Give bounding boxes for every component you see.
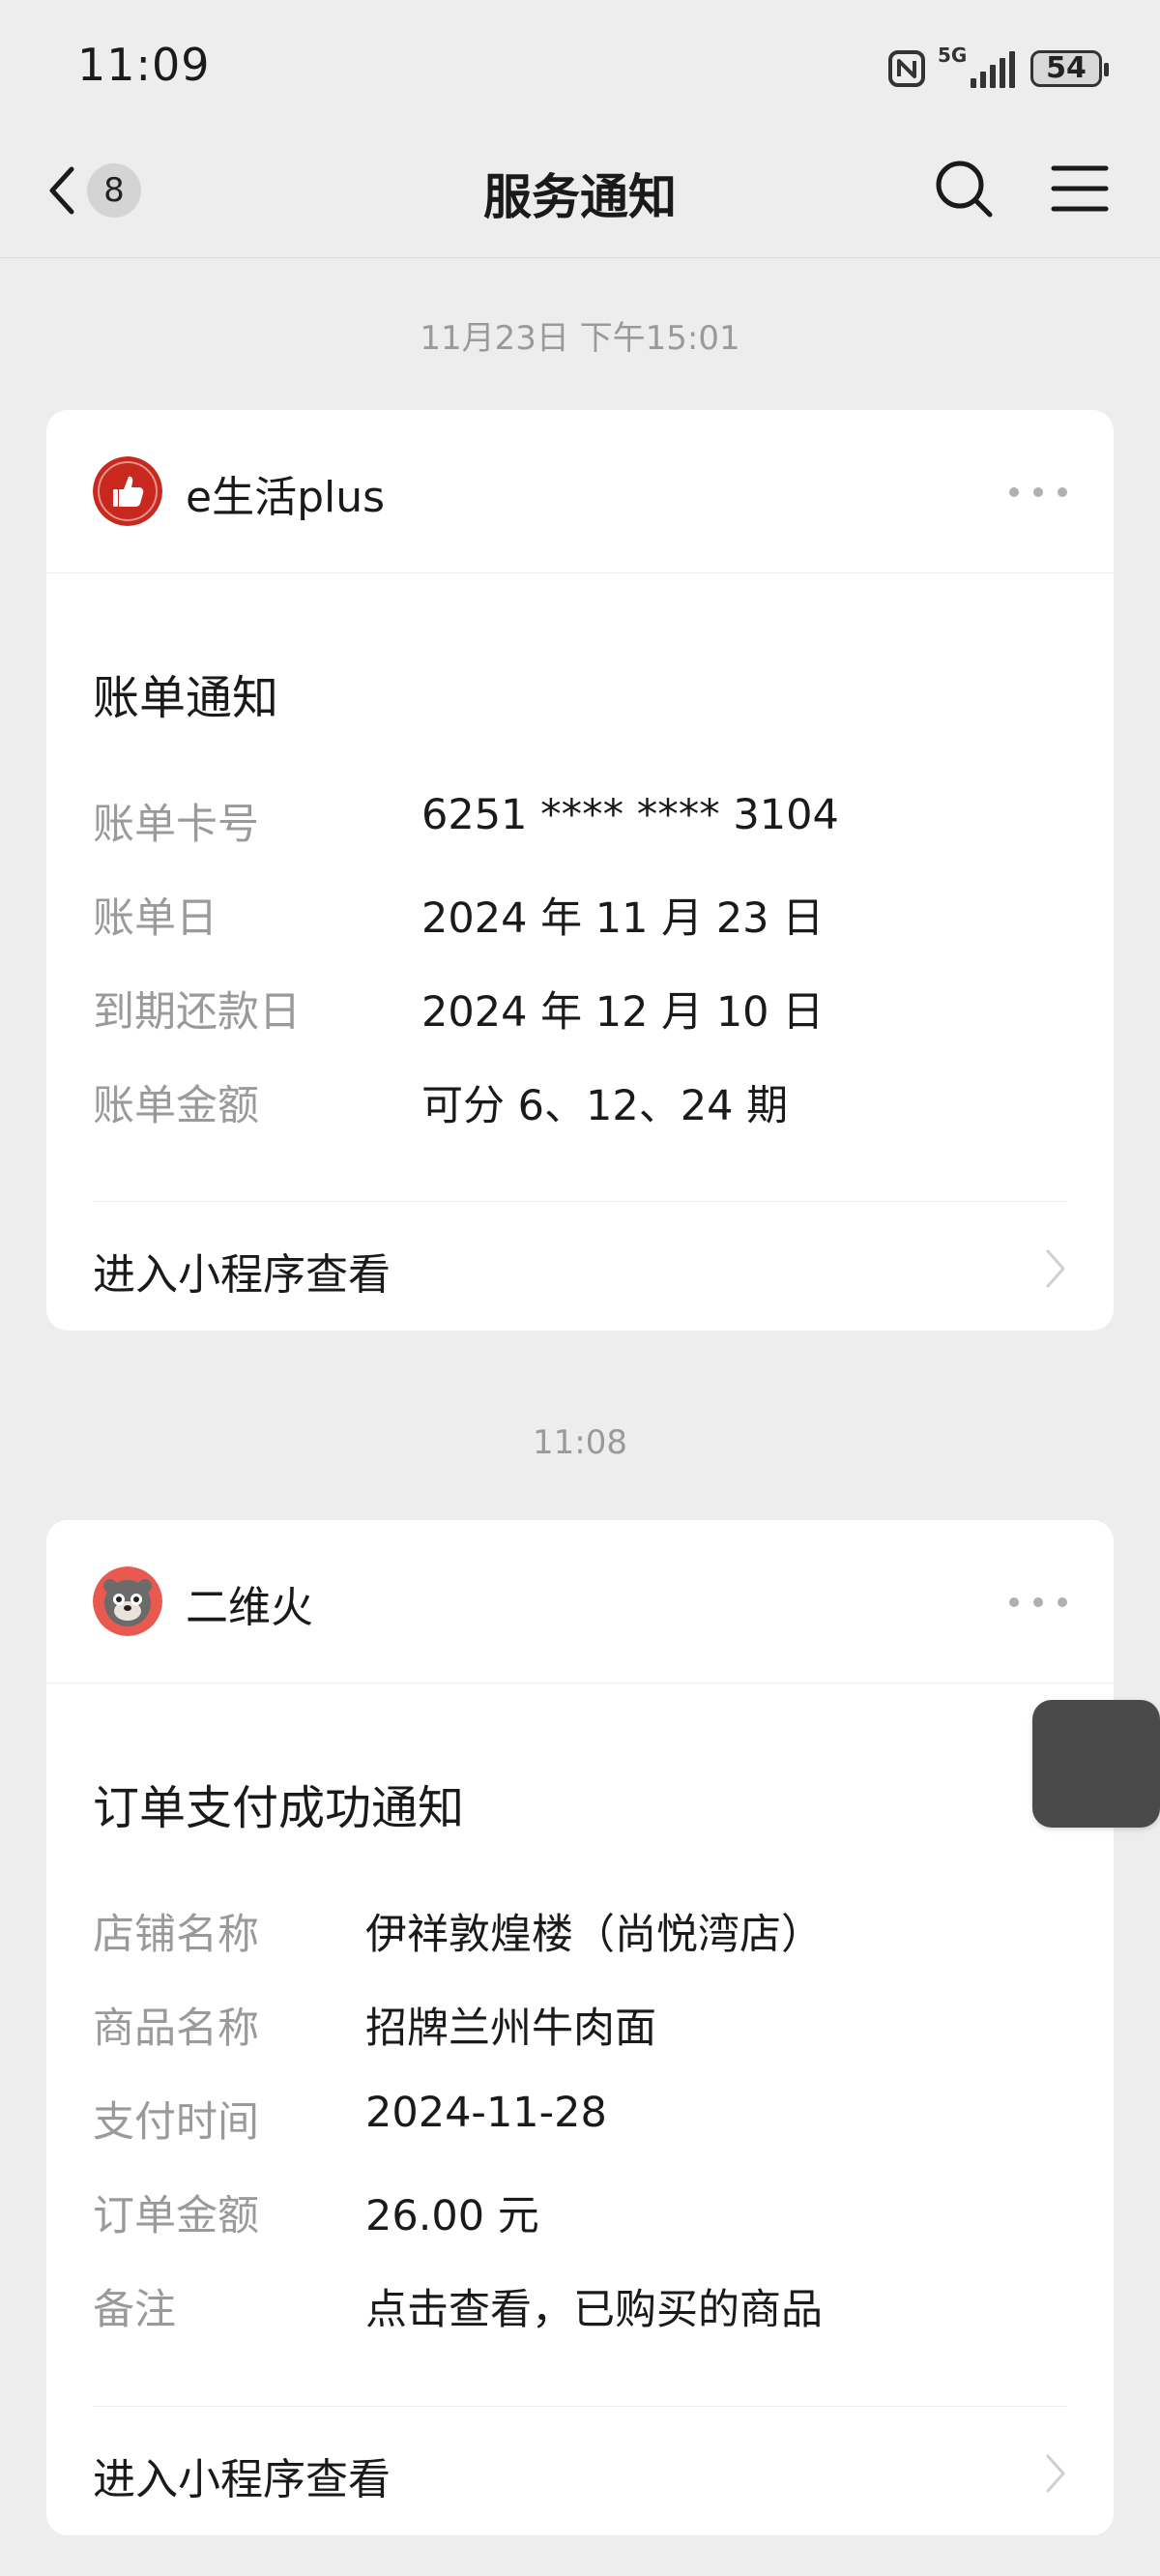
- status-bar: 11:09 5G 54: [0, 0, 1160, 135]
- field-value: 点击查看，已购买的商品: [365, 2286, 823, 2334]
- field-value: 26.00 元: [365, 2192, 539, 2240]
- chevron-left-icon: [49, 166, 74, 215]
- network-label: 5G: [938, 44, 968, 67]
- back-button[interactable]: 8: [43, 157, 159, 224]
- field-label: 订单金额: [93, 2192, 259, 2240]
- chevron-right-icon: [1046, 1249, 1065, 1288]
- field-label: 商品名称: [93, 2005, 259, 2053]
- order-payment-card: 二维火 订单支付成功通知 店铺名称 伊祥敦煌楼（尚悦湾店） 商品名称 招牌兰州牛…: [46, 1520, 1114, 2535]
- search-icon[interactable]: [930, 155, 998, 222]
- link-label: 进入小程序查看: [93, 2455, 391, 2504]
- open-mini-program-link[interactable]: 进入小程序查看: [46, 2408, 1114, 2533]
- divider: [93, 2406, 1067, 2407]
- field-value: 招牌兰州牛肉面: [365, 2005, 656, 2053]
- more-options-button[interactable]: [1009, 1578, 1067, 1626]
- message-timestamp: 11:08: [533, 1423, 627, 1462]
- notification-title: 订单支付成功通知: [93, 1781, 465, 1835]
- status-time: 11:09: [77, 39, 211, 91]
- field-value: 可分 6、12、24 期: [421, 1082, 789, 1130]
- unread-count-badge: 8: [87, 163, 141, 218]
- field-label: 账单金额: [93, 1082, 259, 1130]
- field-value: 6251 **** **** 3104: [421, 791, 839, 839]
- bill-notification-card: e生活plus 账单通知 账单卡号 6251 **** **** 3104 账单…: [46, 410, 1114, 1331]
- field-label: 支付时间: [93, 2098, 259, 2147]
- nfc-icon: [888, 50, 925, 87]
- battery-icon: 54: [1030, 50, 1109, 87]
- nav-bar: 8 服务通知: [0, 135, 1160, 258]
- floating-assist-button[interactable]: [1032, 1700, 1160, 1828]
- open-mini-program-link[interactable]: 进入小程序查看: [46, 1203, 1114, 1329]
- more-dot: [1058, 487, 1067, 497]
- more-dot: [1033, 487, 1043, 497]
- signal-icon: 5G: [938, 44, 1015, 88]
- chevron-right-icon: [1046, 2454, 1065, 2493]
- card-header: e生活plus: [46, 410, 1114, 573]
- field-label: 账单日: [93, 894, 218, 943]
- card-header: 二维火: [46, 1520, 1114, 1683]
- notification-title: 账单通知: [93, 671, 279, 725]
- sender-name: 二维火: [186, 1583, 313, 1632]
- battery-level: 54: [1046, 51, 1087, 85]
- bear-mascot-icon: [93, 1566, 162, 1636]
- more-dot: [1033, 1597, 1043, 1607]
- more-options-button[interactable]: [1009, 468, 1067, 516]
- field-label: 备注: [93, 2286, 176, 2334]
- field-label: 店铺名称: [93, 1911, 259, 1959]
- field-value: 2024-11-28: [365, 2089, 607, 2137]
- divider: [93, 1201, 1067, 1202]
- field-value: 2024 年 12 月 10 日: [421, 988, 825, 1037]
- field-label: 账单卡号: [93, 801, 259, 849]
- sender-avatar[interactable]: [93, 1566, 162, 1636]
- more-dot: [1009, 1597, 1019, 1607]
- sender-avatar[interactable]: [93, 456, 162, 526]
- more-dot: [1009, 487, 1019, 497]
- field-value: 2024 年 11 月 23 日: [421, 894, 825, 943]
- status-icons: 5G 54: [887, 44, 1109, 93]
- thumbs-up-icon: [93, 456, 162, 526]
- sender-name: e生活plus: [186, 473, 386, 522]
- link-label: 进入小程序查看: [93, 1250, 391, 1300]
- field-label: 到期还款日: [93, 988, 301, 1037]
- more-dot: [1058, 1597, 1067, 1607]
- menu-icon[interactable]: [1048, 157, 1112, 220]
- field-value: 伊祥敦煌楼（尚悦湾店）: [365, 1911, 823, 1959]
- message-timestamp: 11月23日 下午15:01: [420, 319, 740, 358]
